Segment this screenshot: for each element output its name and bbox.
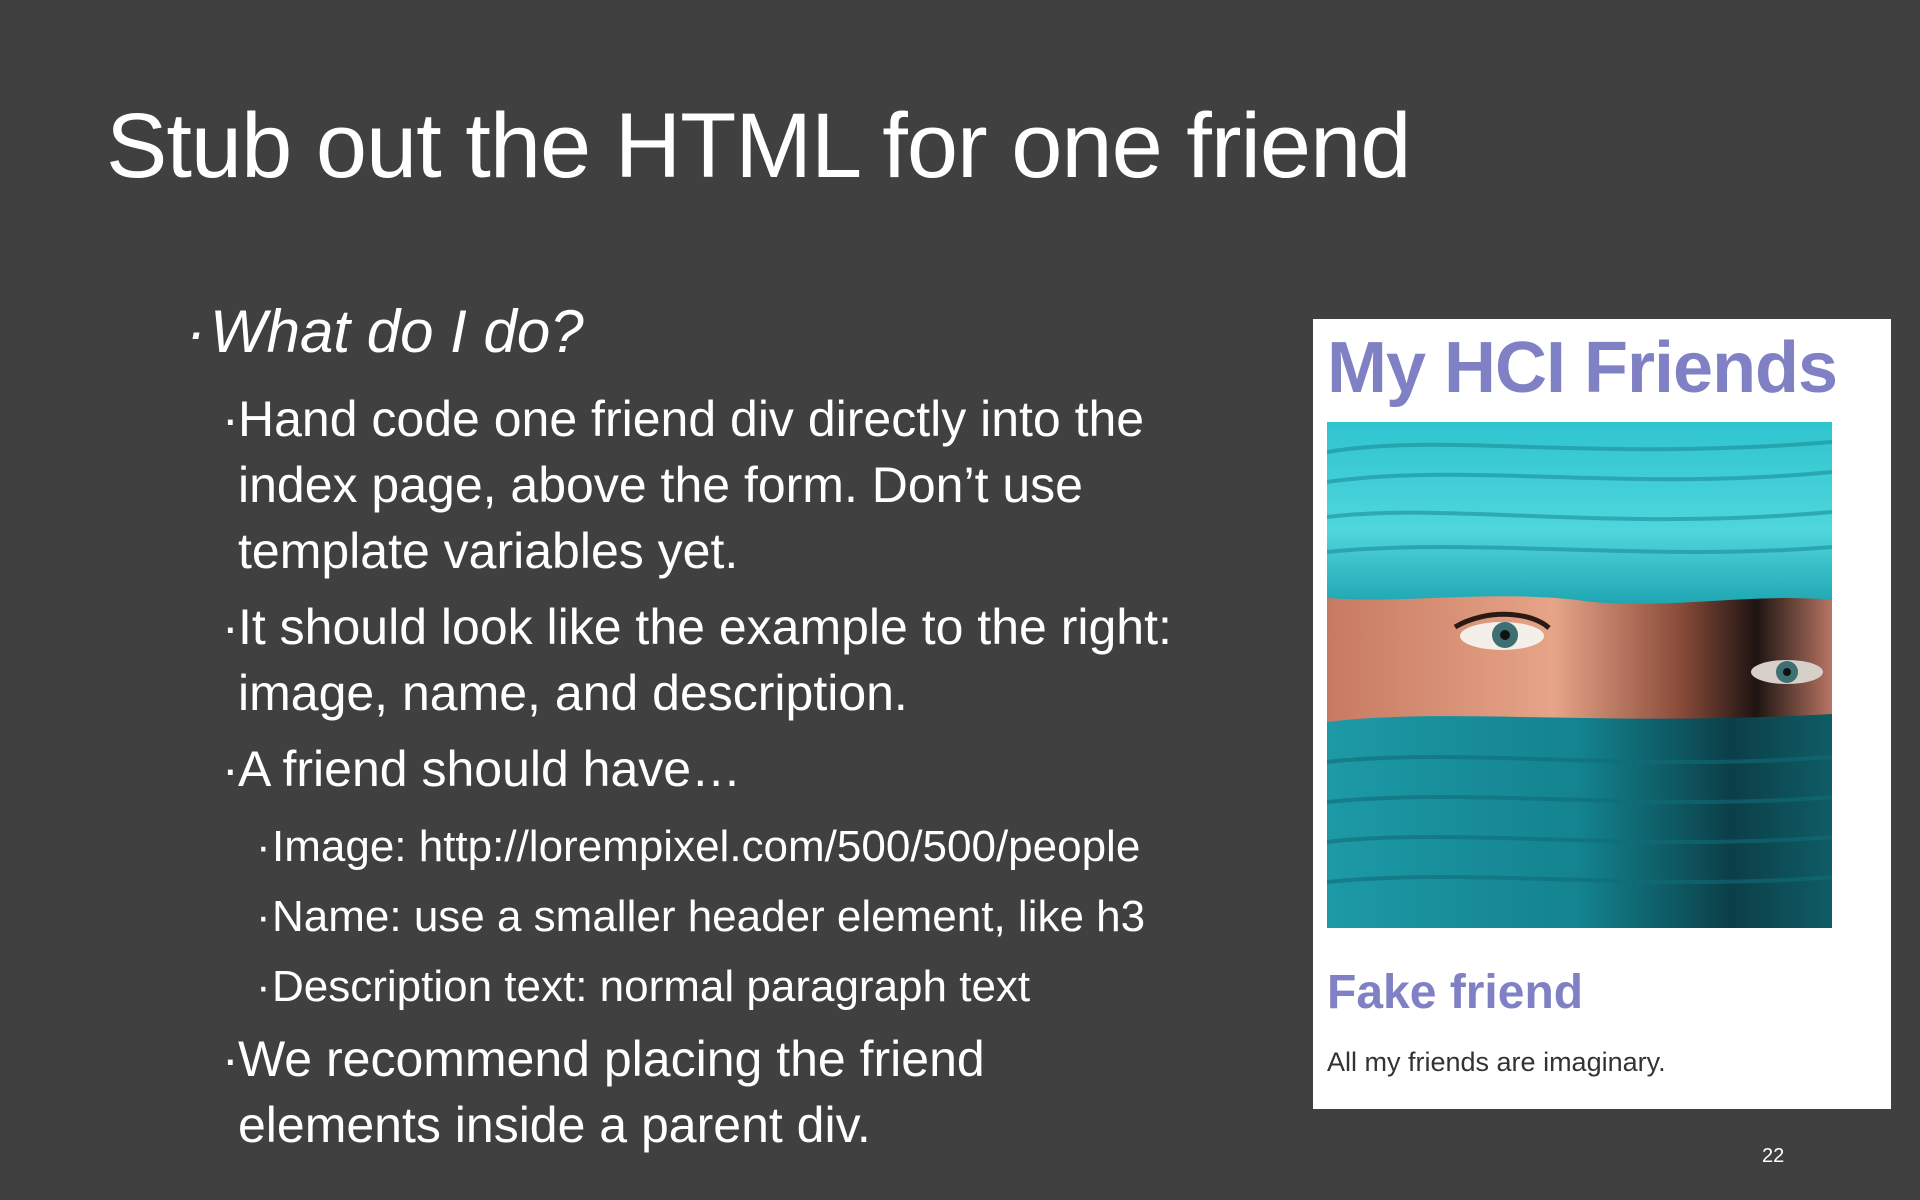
bullet-list: · What do I do? · Hand code one friend div…: [186, 296, 1276, 1158]
bullet-dot: ·: [256, 892, 271, 941]
page-number: 22: [1762, 1145, 1785, 1167]
sub-bullet-name: · Name: use a smaller header element, lik…: [186, 888, 1276, 946]
sub-bullet-image: · Image: http://lorempixel.com/500/500/pe…: [186, 818, 1276, 876]
bullet-dot: ·: [222, 1031, 239, 1087]
friend-name: Fake friend: [1327, 966, 1584, 1019]
bullet-dot: ·: [256, 962, 271, 1011]
friend-photo: [1327, 422, 1832, 928]
example-page-screenshot: My HCI Friends Fake friend All my friend…: [1313, 319, 1891, 1109]
sub-bullet-description: · Description text: normal paragraph text: [186, 958, 1276, 1016]
bullet-dot: ·: [222, 741, 239, 797]
bullet-look-like-example: · It should look like the example to the …: [186, 594, 1276, 726]
bullet-dot: ·: [222, 599, 239, 655]
bullet-hand-code: · Hand code one friend div directly into …: [186, 386, 1276, 584]
slide-title: Stub out the HTML for one friend: [106, 95, 1411, 197]
bullet-dot: ·: [222, 391, 239, 447]
bullet-friend-should-have: · A friend should have…: [186, 736, 1276, 802]
bullet-parent-div: · We recommend placing the friend elements…: [186, 1026, 1276, 1158]
example-page-heading: My HCI Friends: [1327, 328, 1838, 408]
bullet-question: · What do I do?: [186, 296, 1276, 368]
friend-description: All my friends are imaginary.: [1327, 1047, 1666, 1077]
slide: Stub out the HTML for one friend · What d…: [0, 0, 1920, 1200]
friend-photo-image: [1327, 422, 1832, 928]
bullet-dot: ·: [256, 822, 271, 871]
bullet-dot: ·: [186, 298, 206, 365]
